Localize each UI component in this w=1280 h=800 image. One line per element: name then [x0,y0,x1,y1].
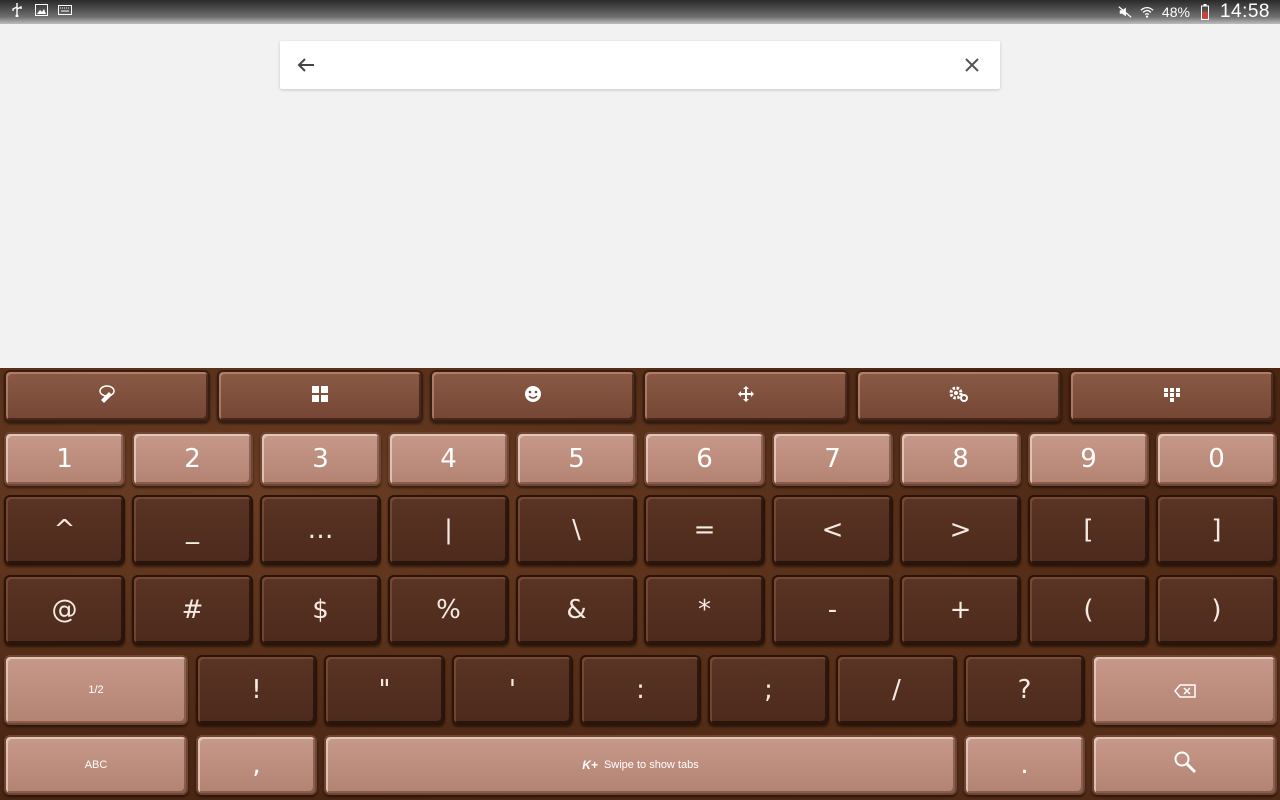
apps-grid-icon [1164,387,1180,406]
numpad-icon [312,386,328,406]
key-double-quote[interactable]: " [324,655,445,725]
key-close-paren[interactable]: ) [1156,575,1277,645]
key-at[interactable]: @ [4,575,125,645]
key-close-bracket[interactable]: ] [1156,495,1277,565]
key-hash[interactable]: # [132,575,253,645]
key-underscore[interactable]: _ [132,495,253,565]
backspace-icon [1173,675,1196,705]
page-toggle-key[interactable]: 1/2 [4,655,188,725]
key-caret[interactable]: ^ [4,495,125,565]
key-2[interactable]: 2 [132,432,253,486]
battery-icon [1198,4,1212,20]
key-3[interactable]: 3 [260,432,381,486]
key-colon[interactable]: : [580,655,701,725]
key-greater-than[interactable]: > [900,495,1021,565]
space-label-group: K+ Swipe to show tabs [582,758,698,772]
space-label: Swipe to show tabs [603,759,699,771]
keyboard: 1 2 3 4 5 6 7 8 9 0 ^ _ … | \ = < > [ ] … [0,368,1280,800]
usb-icon [10,3,24,17]
clock: 14:58 [1219,1,1270,22]
key-percent[interactable]: % [388,575,509,645]
theme-button[interactable] [4,370,210,422]
key-6[interactable]: 6 [644,432,765,486]
settings-button[interactable] [856,370,1062,422]
delete-key[interactable] [1092,655,1277,725]
image-icon [34,3,48,17]
key-ellipsis[interactable]: … [260,495,381,565]
key-exclamation[interactable]: ! [196,655,317,725]
status-left-icons [10,3,72,17]
key-single-quote[interactable]: ' [452,655,573,725]
key-9[interactable]: 9 [1028,432,1149,486]
key-question[interactable]: ? [964,655,1085,725]
key-7[interactable]: 7 [772,432,893,486]
close-icon[interactable] [960,53,984,77]
settings-icon [949,385,969,407]
key-1[interactable]: 1 [4,432,125,486]
arrow-left-icon[interactable] [294,53,318,77]
battery-percent: 48% [1161,4,1190,20]
key-pipe[interactable]: | [388,495,509,565]
search-bar [280,41,1000,89]
key-plus[interactable]: + [900,575,1021,645]
numpad-button[interactable] [217,370,423,422]
move-button[interactable] [643,370,849,422]
status-bar: 48% 14:58 [0,0,1280,24]
key-0[interactable]: 0 [1156,432,1277,486]
space-key[interactable]: K+ Swipe to show tabs [324,735,957,795]
abc-key[interactable]: ABC [4,735,188,795]
page-toggle-label: 1/2 [88,684,104,696]
key-backslash[interactable]: \ [516,495,637,565]
key-comma[interactable]: , [196,735,317,795]
key-minus[interactable]: - [772,575,893,645]
emoji-button[interactable] [430,370,636,422]
emoji-icon [524,385,542,407]
key-less-than[interactable]: < [772,495,893,565]
key-semicolon[interactable]: ; [708,655,829,725]
key-open-paren[interactable]: ( [1028,575,1149,645]
key-equals[interactable]: = [644,495,765,565]
key-5[interactable]: 5 [516,432,637,486]
key-8[interactable]: 8 [900,432,1021,486]
key-dollar[interactable]: $ [260,575,381,645]
key-ampersand[interactable]: & [516,575,637,645]
key-open-bracket[interactable]: [ [1028,495,1149,565]
search-input[interactable] [336,49,940,83]
wifi-icon [1140,5,1154,19]
search-key[interactable] [1092,735,1277,795]
kplus-badge: K+ [582,758,598,772]
key-period[interactable]: . [964,735,1085,795]
search-icon [1173,750,1197,781]
abc-label: ABC [84,759,108,771]
move-icon [737,385,755,407]
apps-button[interactable] [1069,370,1275,422]
mute-icon [1118,5,1132,19]
status-right-icons: 48% 14:58 [1118,1,1270,23]
key-slash[interactable]: / [836,655,957,725]
key-asterisk[interactable]: * [644,575,765,645]
key-4[interactable]: 4 [388,432,509,486]
keyboard-icon [58,3,72,17]
theme-icon [98,385,116,407]
